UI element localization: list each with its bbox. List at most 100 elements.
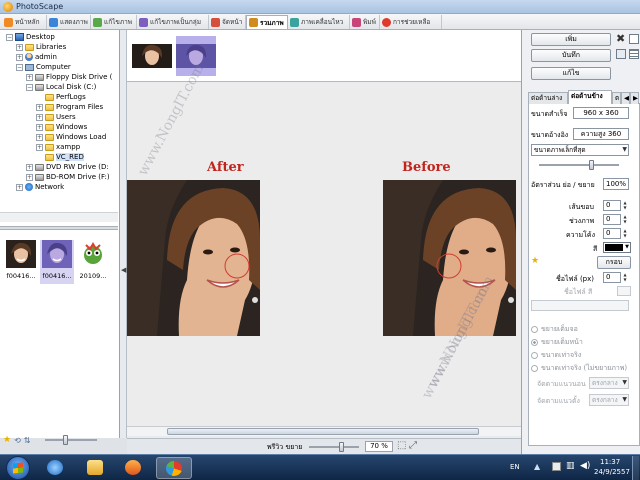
fit-to-window-icon[interactable]: ⬚ xyxy=(397,440,406,451)
sort-icon[interactable]: ⇅ xyxy=(24,436,31,445)
tab-viewer[interactable]: แสดงภาพ xyxy=(47,15,91,29)
tab-next-arrow[interactable]: ▶ xyxy=(630,92,639,104)
collapse-icon[interactable]: − xyxy=(6,33,13,41)
filename-text-field[interactable] xyxy=(531,300,629,311)
radio-fit-page[interactable]: ขยายเต็มหน้า xyxy=(531,337,583,348)
tree-item-computer[interactable]: − Computer xyxy=(16,62,71,72)
tree-item-floppy[interactable]: + Floppy Disk Drive ( xyxy=(26,72,112,82)
horizontal-align-select[interactable]: ตรงกลาง ▼ xyxy=(589,377,629,389)
file-thumb-selected[interactable]: f00416... xyxy=(40,240,74,284)
scrollbar-thumb[interactable] xyxy=(167,428,479,435)
preview-zoom-slider[interactable] xyxy=(309,442,359,452)
expand-icon[interactable]: + xyxy=(16,53,23,61)
expand-icon[interactable]: + xyxy=(26,163,33,171)
tab-help[interactable]: การช่วยเหลือ xyxy=(380,15,442,29)
thumbnail-size-slider[interactable] xyxy=(45,435,98,445)
slider-knob[interactable] xyxy=(63,435,69,445)
left-panel-collapse-handle[interactable]: ◀ xyxy=(120,30,127,438)
expand-icon[interactable]: + xyxy=(36,103,43,111)
save-button[interactable]: บันทึก xyxy=(531,49,611,62)
reference-size-value[interactable]: ความสูง 360 xyxy=(573,128,629,140)
radio-fit-screen[interactable]: ขยายเต็มจอ xyxy=(531,324,578,335)
round-corner-spinner[interactable]: 0 xyxy=(603,228,621,239)
radio-actual-size[interactable]: ขนาดเท่าจริง xyxy=(531,350,581,361)
panel-splitter[interactable] xyxy=(0,226,118,230)
tab-editor[interactable]: แก้ไขภาพ xyxy=(91,15,137,29)
color-picker[interactable]: ▼ xyxy=(603,242,631,253)
spinner-arrows-icon[interactable]: ▲ ▼ xyxy=(622,228,628,239)
star-icon[interactable]: ★ xyxy=(531,256,539,266)
taskbar-photoscape[interactable] xyxy=(156,457,192,479)
tree-item-bd-rom[interactable]: + BD-ROM Drive (F:) xyxy=(26,172,110,182)
tab-home[interactable]: หน้าหลัก xyxy=(2,15,47,29)
clock-time[interactable]: 11:37 xyxy=(600,458,620,466)
refresh-icon[interactable]: ⟲ xyxy=(14,436,21,445)
image-icon[interactable] xyxy=(616,49,626,59)
radio-actual-size-no-enlarge[interactable]: ขนาดเท่าจริง (ไม่ขยายภาพ) xyxy=(531,363,627,374)
expand-icon[interactable]: + xyxy=(36,143,43,151)
tree-item-windows-load[interactable]: + Windows Load xyxy=(36,132,106,142)
action-center-icon[interactable] xyxy=(552,462,561,471)
scale-ratio-value[interactable]: 100% xyxy=(603,178,629,190)
taskbar-media-player[interactable] xyxy=(116,457,152,479)
tree-item-vc-red[interactable]: VC_RED xyxy=(45,152,84,162)
tree-item-perflogs[interactable]: PerfLogs xyxy=(45,92,86,102)
spacing-spinner[interactable]: 0 xyxy=(603,214,621,225)
star-icon[interactable]: ★ xyxy=(3,435,11,445)
tree-item-windows[interactable]: + Windows xyxy=(36,122,87,132)
size-slider[interactable] xyxy=(539,160,619,170)
tree-item-xampp[interactable]: + xampp xyxy=(36,142,80,152)
tab-tile[interactable]: ต xyxy=(612,92,621,104)
slider-knob[interactable] xyxy=(589,160,594,170)
expand-icon[interactable]: + xyxy=(16,183,23,191)
file-thumb[interactable]: 20109... xyxy=(76,240,110,284)
tree-item-admin[interactable]: + admin xyxy=(16,52,57,62)
tree-item-dvd-rw[interactable]: + DVD RW Drive (D: xyxy=(26,162,109,172)
edit-button[interactable]: แก้ไข xyxy=(531,67,611,80)
expand-icon[interactable]: + xyxy=(26,73,33,81)
expand-icon[interactable]: + xyxy=(16,43,23,51)
tree-item-libraries[interactable]: + Libraries xyxy=(16,42,66,52)
filename-spinner[interactable]: 0 xyxy=(603,272,621,283)
taskbar-internet-explorer[interactable] xyxy=(38,457,74,479)
show-desktop-button[interactable] xyxy=(632,456,639,480)
close-icon[interactable]: ✖ xyxy=(616,33,626,44)
copy-icon[interactable] xyxy=(629,34,639,44)
show-hidden-icons-icon[interactable]: ▲ xyxy=(534,462,540,471)
tab-prev-arrow[interactable]: ◀ xyxy=(621,92,630,104)
strip-photo[interactable] xyxy=(132,36,172,76)
frame-button[interactable]: กรอบ xyxy=(597,256,631,269)
tree-item-desktop[interactable]: − Desktop xyxy=(6,32,55,42)
tab-combine[interactable]: รวมภาพ xyxy=(246,15,288,29)
tab-page[interactable]: จัดหน้า xyxy=(209,15,246,29)
taskbar-explorer[interactable] xyxy=(78,457,114,479)
spinner-arrows-icon[interactable]: ▲ ▼ xyxy=(622,200,628,211)
tab-animated-gif[interactable]: ภาพเคลื่อนไหว xyxy=(288,15,350,29)
vertical-align-select[interactable]: ตรงกลาง ▼ xyxy=(589,394,629,406)
spinner-arrows-icon[interactable]: ▲ ▼ xyxy=(622,214,628,225)
tab-side[interactable]: ต่อด้านข้าง xyxy=(568,90,612,104)
canvas-horizontal-scrollbar[interactable] xyxy=(127,426,521,436)
spinner-arrows-icon[interactable]: ▲ ▼ xyxy=(622,272,628,283)
collapse-icon[interactable]: − xyxy=(26,83,33,91)
collapse-icon[interactable]: − xyxy=(16,63,23,71)
expand-icon[interactable]: + xyxy=(36,123,43,131)
tree-item-program-files[interactable]: + Program Files xyxy=(36,102,103,112)
expand-icon[interactable]: + xyxy=(36,133,43,141)
tab-print[interactable]: พิมพ์ xyxy=(350,15,380,29)
volume-icon[interactable]: ◀) xyxy=(580,461,590,471)
tab-bottom[interactable]: ต่อด้านล่าง xyxy=(528,92,568,104)
list-icon[interactable] xyxy=(629,49,639,59)
slider-knob[interactable] xyxy=(339,442,344,452)
clock-date[interactable]: 24/9/2557 xyxy=(594,468,630,476)
add-button[interactable]: เพิ่ม xyxy=(531,33,611,46)
tree-item-local-disk-c[interactable]: − Local Disk (C:) xyxy=(26,82,96,92)
combine-canvas[interactable]: After Before www.NongIT.com www.NongIT.c… xyxy=(127,61,521,426)
tab-batch-editor[interactable]: แก้ไขภาพเป็นกลุ่ม xyxy=(137,15,209,29)
start-button[interactable] xyxy=(6,456,30,480)
network-tray-icon[interactable]: ▥ xyxy=(566,461,575,471)
tree-item-network[interactable]: + Network xyxy=(16,182,64,192)
actual-size-icon[interactable]: ⤢ xyxy=(409,440,417,451)
language-indicator[interactable]: EN xyxy=(510,463,520,471)
expand-icon[interactable]: + xyxy=(36,113,43,121)
